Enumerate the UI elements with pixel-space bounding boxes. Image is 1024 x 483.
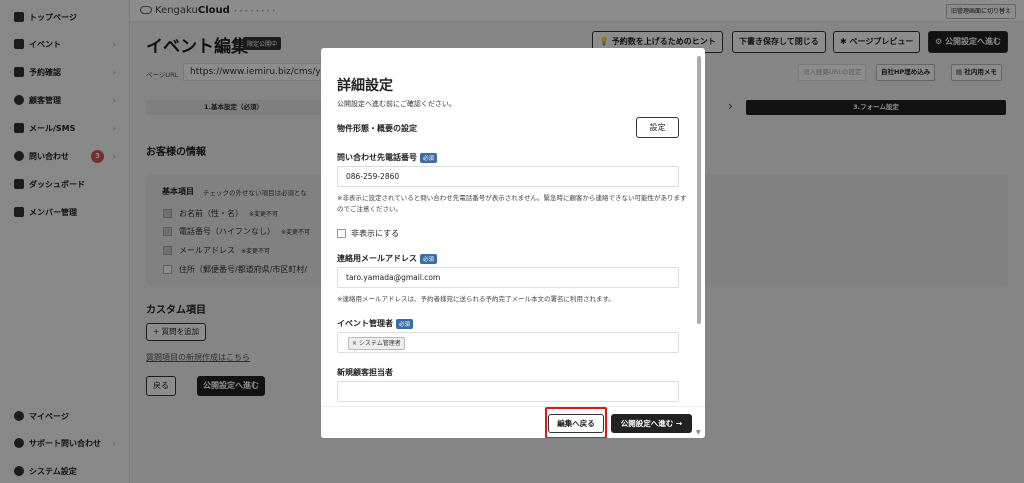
new-staff-select[interactable] — [337, 381, 679, 402]
phone-label: 問い合わせ先電話番号 必須 — [337, 152, 438, 163]
checkbox[interactable] — [337, 229, 346, 238]
email-input[interactable]: taro.yamada@gmail.com — [337, 267, 679, 288]
manager-select[interactable]: × システム管理者 — [337, 332, 679, 353]
scroll-down-icon[interactable]: ▼ — [696, 429, 701, 436]
property-settings-button[interactable]: 設定 — [636, 117, 679, 138]
proceed-publish-button[interactable]: 公開設定へ進む → — [611, 414, 692, 433]
phone-input[interactable]: 086-259-2860 — [337, 166, 679, 187]
required-badge: 必須 — [420, 152, 438, 163]
hide-phone-checkbox[interactable]: 非表示にする — [337, 228, 399, 239]
highlight-box — [545, 407, 607, 438]
email-help-text: ※連絡用メールアドレスは、予約者様宛に送られる予約完了メール本文の署名に利用され… — [337, 295, 615, 303]
new-staff-label: 新規顧客担当者 — [337, 368, 393, 377]
modal-title: 詳細設定 — [337, 78, 393, 94]
required-badge: 必須 — [420, 253, 438, 264]
modal-subtitle: 公開設定へ進む前にご確認ください。 — [337, 100, 456, 108]
phone-help-text: ※非表示に設定されていると問い合わせ先電話番号が表示されません。緊急時に顧客から… — [337, 194, 687, 213]
modal-scrollbar[interactable] — [697, 56, 701, 324]
email-label: 連絡用メールアドレス 必須 — [337, 253, 438, 264]
property-label: 物件形態・概要の設定 — [337, 124, 417, 133]
manager-label: イベント管理者 必須 — [337, 318, 414, 329]
manager-tag[interactable]: × システム管理者 — [348, 337, 405, 350]
required-badge: 必須 — [396, 318, 414, 329]
detail-settings-modal: 詳細設定 公開設定へ進む前にご確認ください。 物件形態・概要の設定 設定 問い合… — [321, 48, 705, 438]
